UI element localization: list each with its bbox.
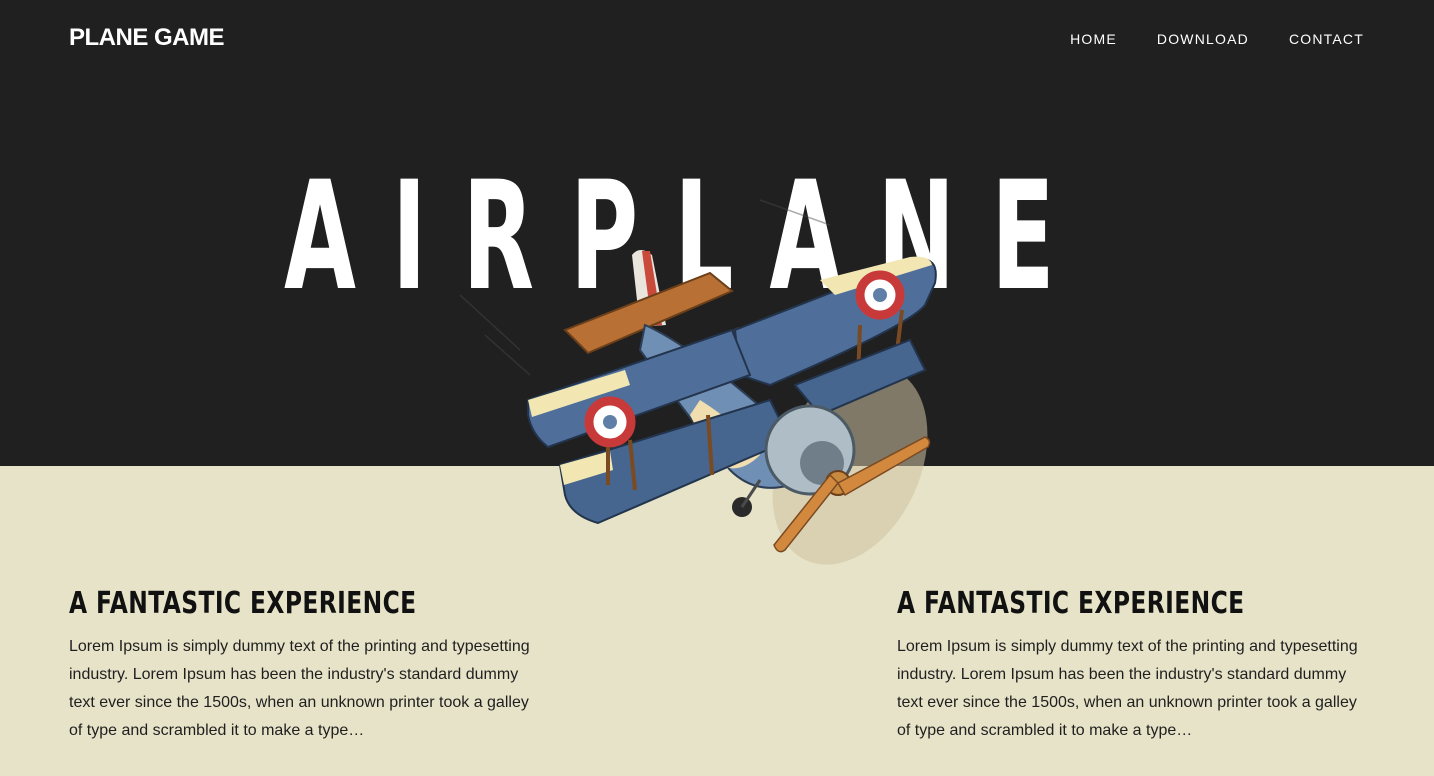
nav-home-link[interactable]: HOME [1070, 31, 1117, 47]
feature-title: A FANTASTIC EXPERIENCE [897, 586, 1245, 621]
nav-download-link[interactable]: DOWNLOAD [1157, 31, 1249, 47]
feature-text: Lorem Ipsum is simply dummy text of the … [897, 638, 1358, 739]
feature-card-right: A FANTASTIC EXPERIENCE Lorem Ipsum is si… [897, 586, 1367, 745]
feature-text: Lorem Ipsum is simply dummy text of the … [69, 638, 530, 739]
feature-card-left: A FANTASTIC EXPERIENCE Lorem Ipsum is si… [69, 586, 539, 745]
biplane-illustration [459, 199, 937, 565]
main-nav: HOME DOWNLOAD CONTACT [1070, 31, 1364, 47]
feature-title: A FANTASTIC EXPERIENCE [69, 586, 417, 621]
site-logo[interactable]: PLANE GAME [69, 24, 225, 52]
nav-contact-link[interactable]: CONTACT [1289, 31, 1364, 47]
